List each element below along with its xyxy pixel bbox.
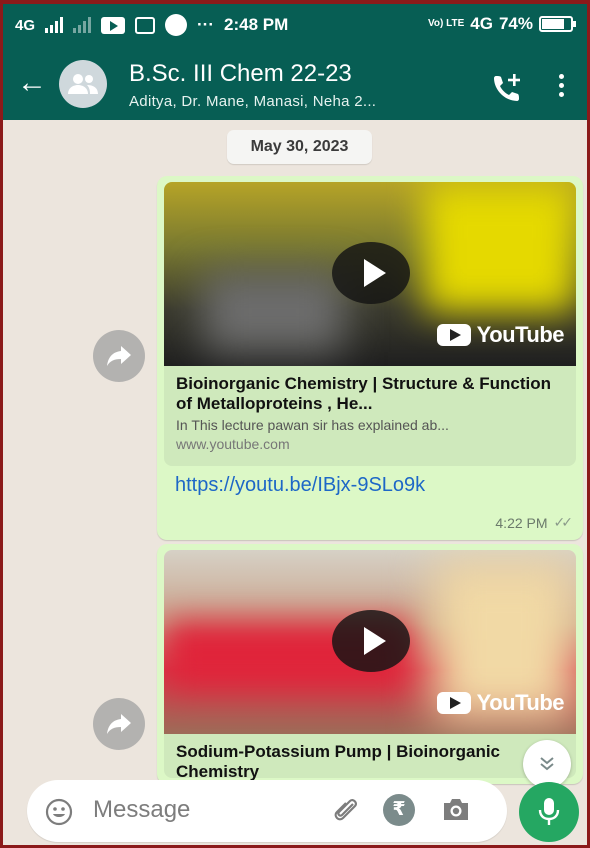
voice-message-button[interactable] (519, 782, 579, 842)
chat-participants[interactable]: Aditya, Dr. Mane, Manasi, Neha 2... (129, 93, 376, 110)
chat-header: ← B.Sc. III Chem 22-23 Aditya, Dr. Mane,… (3, 46, 587, 120)
status-time: 2:48 PM (224, 15, 289, 34)
back-arrow-icon[interactable]: ← (17, 68, 47, 98)
youtube-notification-icon (101, 16, 126, 34)
message-notification-icon (135, 16, 156, 34)
signal-sim2-icon (73, 17, 92, 33)
chat-area[interactable]: May 30, 2023 YouTube Bioinorganic Chemis… (3, 120, 587, 788)
forward-icon (107, 714, 131, 734)
youtube-play-icon (436, 324, 471, 346)
link-preview[interactable]: Bioinorganic Chemistry | Structure & Fun… (164, 366, 576, 466)
camera-icon[interactable] (441, 797, 471, 823)
double-chevron-down-icon (540, 757, 554, 771)
volte-label: Vo) LTE (427, 18, 465, 29)
youtube-play-icon (436, 692, 471, 714)
forward-icon (107, 346, 131, 366)
message-time: 4:22 PM ✓✓ (495, 514, 574, 531)
status-bar: 4G ··· 2:48 PM Vo) LTE 4G 74% (3, 4, 587, 44)
network-label: 4G (15, 16, 36, 34)
message-link[interactable]: https://youtu.be/IBjx-9SLo9k (175, 474, 425, 497)
preview-description: In This lecture pawan sir has explained … (176, 417, 449, 433)
youtube-logo: YouTube (436, 690, 565, 716)
message-bubble[interactable]: YouTube Sodium-Potassium Pump | Bioinorg… (157, 544, 583, 784)
add-call-icon[interactable] (491, 72, 525, 102)
status-left: 4G ··· 2:48 PM (15, 14, 288, 36)
forward-button[interactable] (93, 698, 145, 750)
message-timestamp: 4:22 PM (495, 514, 548, 531)
message-input[interactable]: Message (93, 796, 190, 824)
battery-icon (539, 16, 576, 32)
video-thumbnail[interactable]: YouTube (164, 182, 576, 366)
payment-icon[interactable]: ₹ (383, 794, 415, 826)
app-notification-icon (165, 14, 188, 36)
signal-icon (45, 17, 64, 33)
forward-button[interactable] (93, 330, 145, 382)
group-icon (68, 74, 98, 94)
preview-site: www.youtube.com (176, 436, 290, 452)
status-right: Vo) LTE 4G 74% (427, 14, 576, 34)
youtube-wordmark: YouTube (476, 322, 565, 347)
network-right-label: 4G (470, 14, 493, 33)
screen-frame: 4G ··· 2:48 PM Vo) LTE 4G 74% ← B.Sc. II… (0, 0, 590, 848)
message-bubble[interactable]: YouTube Bioinorganic Chemistry | Structu… (157, 176, 583, 540)
more-options-icon[interactable] (559, 74, 565, 101)
more-notifications: ··· (197, 15, 214, 34)
message-input-bar: Message ₹ (3, 772, 587, 845)
battery-percent: 74% (498, 14, 533, 33)
preview-title: Bioinorganic Chemistry | Structure & Fun… (176, 374, 552, 413)
message-box[interactable]: Message ₹ (27, 780, 507, 842)
emoji-icon[interactable] (45, 798, 73, 826)
microphone-icon (538, 798, 560, 825)
group-avatar[interactable] (59, 60, 107, 108)
attach-icon[interactable] (331, 796, 361, 826)
play-icon[interactable] (332, 242, 410, 304)
youtube-logo: YouTube (436, 322, 565, 348)
read-ticks-icon: ✓✓ (553, 514, 574, 530)
date-chip: May 30, 2023 (227, 130, 372, 164)
chat-title[interactable]: B.Sc. III Chem 22-23 (129, 60, 352, 88)
youtube-wordmark: YouTube (476, 690, 565, 715)
play-icon[interactable] (332, 610, 410, 672)
top-bar: 4G ··· 2:48 PM Vo) LTE 4G 74% ← B.Sc. II… (3, 4, 587, 120)
video-thumbnail[interactable]: YouTube (164, 550, 576, 734)
